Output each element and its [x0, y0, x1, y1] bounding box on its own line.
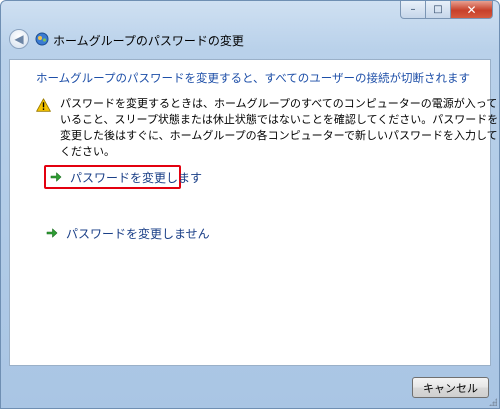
title-bar: – □ ✕ ◀ ホームグループのパスワードの変更	[1, 1, 499, 59]
cancel-button[interactable]: キャンセル	[412, 377, 489, 398]
warning-line: ください。	[60, 145, 115, 158]
green-arrow-icon	[50, 172, 62, 182]
minimize-button[interactable]: –	[400, 1, 426, 19]
back-button[interactable]: ◀	[9, 29, 29, 49]
warning-line: いること、スリープ状態または休止状態ではないことを確認してください。パスワードを	[60, 113, 499, 126]
warning-message: パスワードを変更するときは、ホームグループのすべてのコンピューターの電源が入って…	[60, 96, 499, 160]
keep-password-option[interactable]: パスワードを変更しません	[46, 222, 210, 244]
warning-icon	[36, 98, 51, 112]
resize-grip[interactable]	[489, 398, 497, 406]
change-password-label: パスワードを変更します	[70, 170, 203, 185]
green-arrow-icon	[46, 228, 58, 238]
warning-line: 変更した後はすぐに、ホームグループの各コンピューターで新しいパスワードを入力して	[60, 129, 498, 142]
warning-line: パスワードを変更するときは、ホームグループのすべてのコンピューターの電源が入って	[60, 97, 498, 110]
close-button[interactable]: ✕	[451, 1, 493, 19]
dialog-window: – □ ✕ ◀ ホームグループのパスワードの変更 ホームグループのパスワードを変…	[0, 0, 500, 409]
content-panel: ホームグループのパスワードを変更すると、すべてのユーザーの接続が切断されます パ…	[9, 59, 499, 366]
window-title: ホームグループのパスワードの変更	[53, 34, 244, 48]
keep-password-label: パスワードを変更しません	[66, 226, 210, 241]
change-password-option[interactable]: パスワードを変更します	[44, 165, 202, 189]
maximize-button[interactable]: □	[426, 1, 451, 19]
caption-buttons: – □ ✕	[400, 1, 493, 19]
back-arrow-icon: ◀	[14, 32, 24, 46]
dialog-footer: キャンセル	[1, 366, 499, 408]
main-instruction: ホームグループのパスワードを変更すると、すべてのユーザーの接続が切断されます	[36, 71, 471, 85]
homegroup-icon	[35, 32, 49, 46]
